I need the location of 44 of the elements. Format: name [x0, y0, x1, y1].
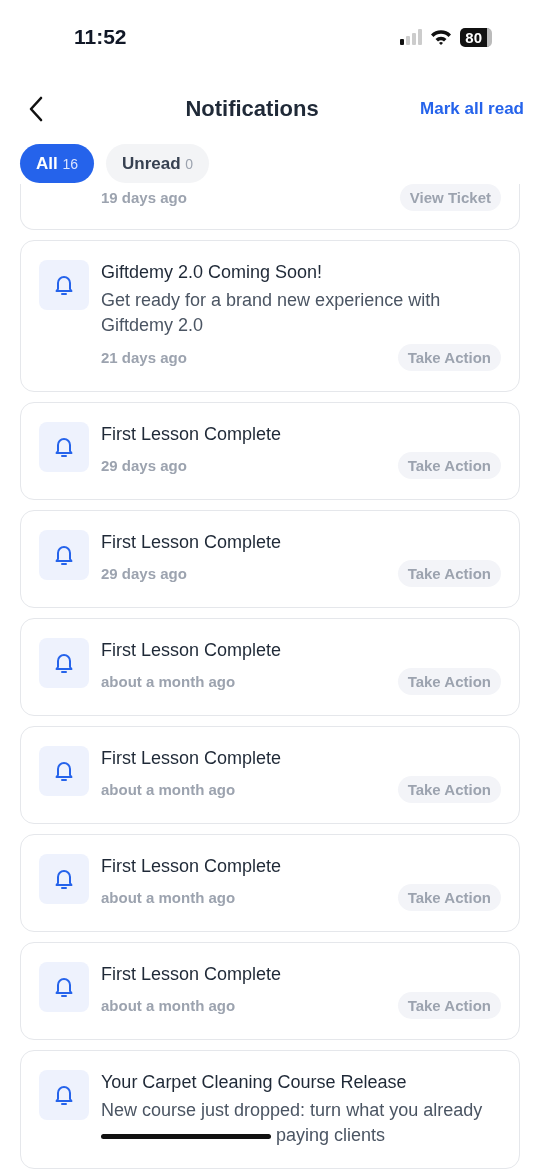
notification-time: about a month ago	[101, 781, 236, 798]
notification-title: First Lesson Complete	[101, 639, 283, 662]
notification-title: Giftdemy 2.0 Coming Soon!	[101, 261, 324, 284]
bell-icon	[39, 962, 89, 1012]
notification-card[interactable]: Your Carpet Cleaning Course Release New course just dropped: turn what you already paying clients	[20, 1050, 520, 1169]
notification-title: First Lesson Complete	[101, 855, 283, 878]
notification-card[interactable]: First Lesson Complete about a month ago Take Action	[20, 942, 520, 1040]
bell-icon	[39, 1070, 89, 1120]
notification-card[interactable]: First Lesson Complete about a month ago Take Action	[20, 618, 520, 716]
bell-icon	[39, 422, 89, 472]
bell-icon	[39, 746, 89, 796]
notification-card[interactable]: First Lesson Complete 29 days ago Take Action	[20, 510, 520, 608]
bell-icon	[39, 530, 89, 580]
notification-time: 29 days ago	[101, 457, 187, 474]
notification-text: Get ready for a brand new experience with Giftdemy 2.0	[101, 290, 441, 335]
bell-icon	[39, 260, 89, 310]
notification-title: First Lesson Complete	[101, 423, 283, 446]
notification-time: about a month ago	[101, 997, 236, 1014]
back-icon[interactable]	[28, 96, 44, 122]
status-time: 11:52	[74, 25, 127, 49]
mark-all-read-link[interactable]: Mark all read	[420, 99, 524, 119]
bell-icon	[39, 638, 89, 688]
notification-time: 19 days ago	[101, 189, 187, 206]
notification-title: First Lesson Complete	[101, 747, 283, 770]
notification-title: First Lesson Complete	[101, 963, 283, 986]
notification-title: Your Carpet Cleaning Course Release	[101, 1071, 408, 1094]
filter-tab[interactable]: All 16	[20, 144, 95, 183]
battery-icon: 80	[460, 27, 492, 47]
notification-time: about a month ago	[101, 889, 236, 906]
notification-title: First Lesson Complete	[101, 531, 283, 554]
notification-card[interactable]: Giftdemy 2.0 Coming Soon! Get ready for a brand new experience with Giftdemy 2.0 21 days ago Take Action	[20, 240, 520, 392]
notification-card[interactable]: First Lesson Complete about a month ago Take Action	[20, 726, 520, 824]
notification-text: New course just dropped: turn what you already	[101, 1100, 483, 1120]
bell-icon	[39, 854, 89, 904]
signal-icon	[400, 29, 423, 45]
notification-time: 21 days ago	[101, 349, 187, 366]
notification-time: 29 days ago	[101, 565, 187, 582]
notification-card[interactable]: First Lesson Complete about a month ago Take Action	[20, 834, 520, 932]
notification-card[interactable]: First Lesson Complete 29 days ago Take Action	[20, 402, 520, 500]
notification-time: about a month ago	[101, 673, 236, 690]
wifi-icon	[430, 29, 453, 45]
page-title: Notifications	[184, 96, 320, 122]
filter-tab[interactable]: Unread 0	[106, 144, 210, 183]
notification-text: paying clients	[276, 1125, 386, 1145]
